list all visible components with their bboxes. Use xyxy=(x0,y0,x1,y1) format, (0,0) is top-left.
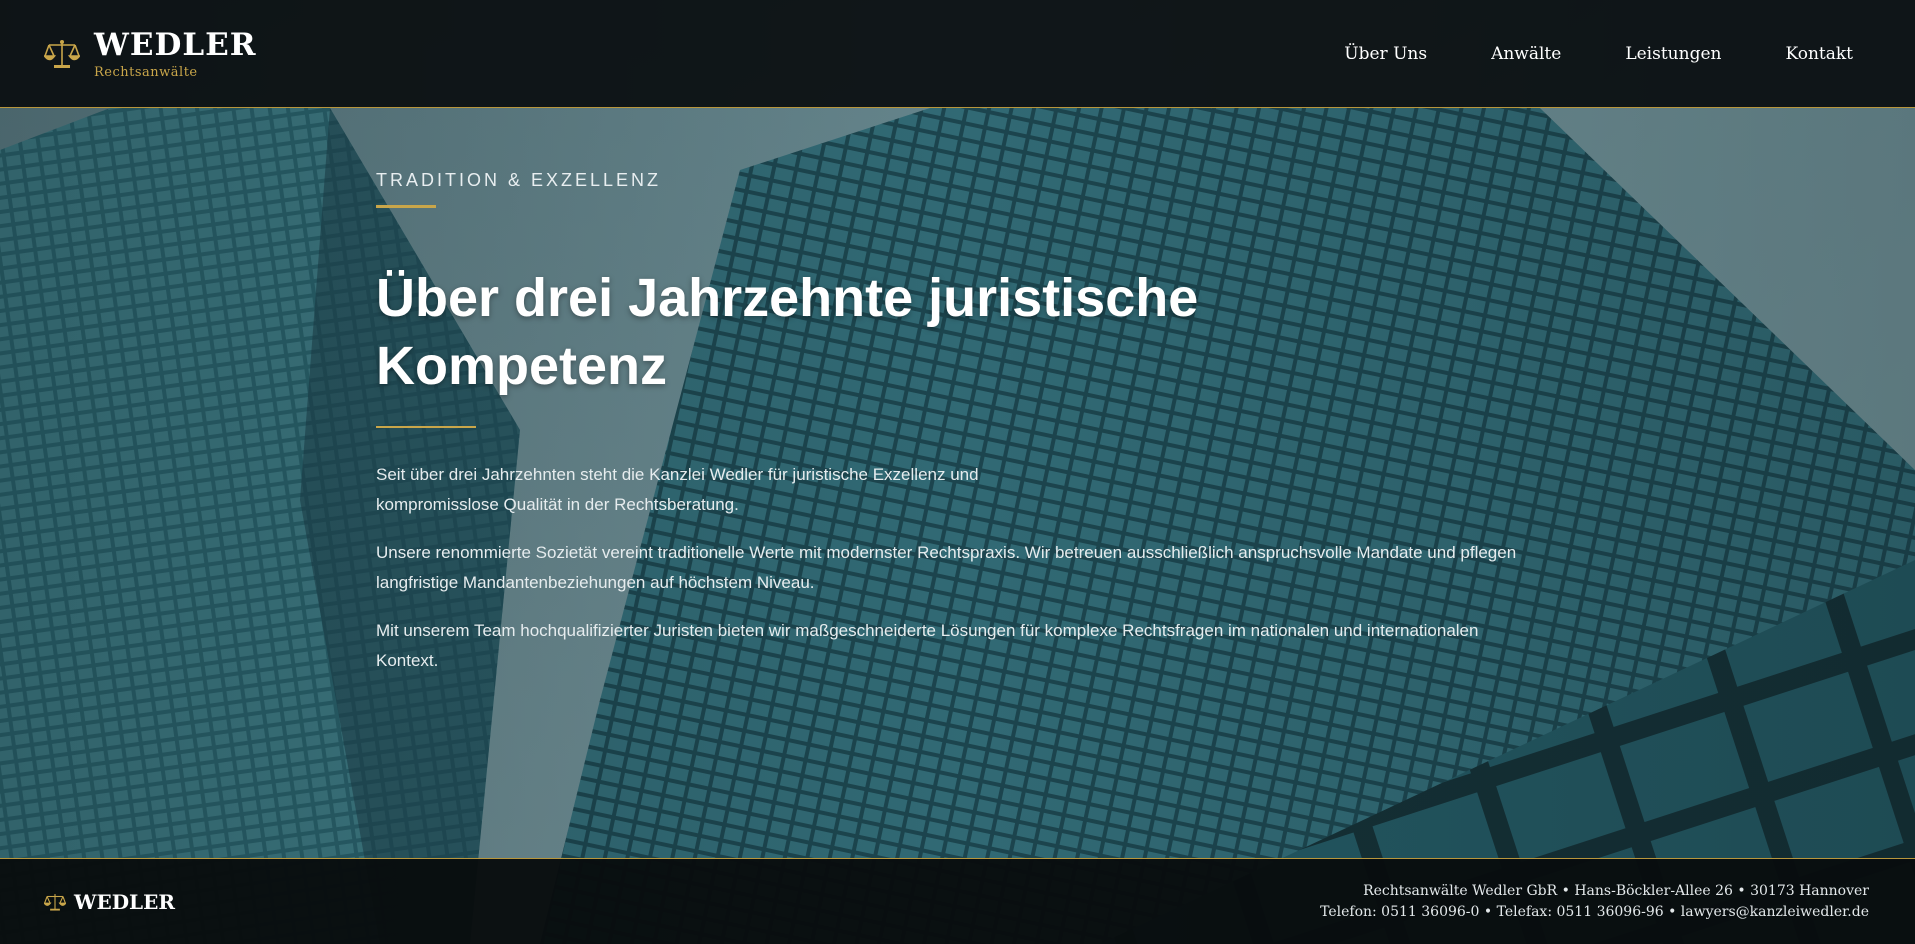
nav-kontakt[interactable]: Kontakt xyxy=(1785,44,1853,64)
brand-logo[interactable]: WEDLER Rechtsanwälte xyxy=(44,27,257,80)
footer-contact: Telefon: 0511 36096-0 • Telefax: 0511 36… xyxy=(1320,903,1869,920)
nav-anwaelte[interactable]: Anwälte xyxy=(1491,44,1561,64)
intro-paragraph: Seit über drei Jahrzehnten steht die Kan… xyxy=(376,465,979,514)
nav-ueber-uns[interactable]: Über Uns xyxy=(1344,44,1427,64)
footer-address: Rechtsanwälte Wedler GbR • Hans-Böckler-… xyxy=(1363,882,1869,899)
site-header: WEDLER Rechtsanwälte Über Uns Anwälte Le… xyxy=(0,0,1915,108)
footer-contact-info: Rechtsanwälte Wedler GbR • Hans-Böckler-… xyxy=(1320,881,1869,923)
hero-section: TRADITION & EXZELLENZ Über drei Jahrzehn… xyxy=(376,170,1536,676)
headline-line-1: Über drei Jahrzehnte juristische xyxy=(376,268,1199,328)
scales-icon xyxy=(44,39,80,68)
site-footer: WEDLER Rechtsanwälte Wedler GbR • Hans-B… xyxy=(0,858,1915,944)
kicker-divider xyxy=(376,205,436,208)
headline-divider xyxy=(376,426,476,428)
hero-kicker: TRADITION & EXZELLENZ xyxy=(376,170,662,190)
headline-line-2: Kompetenz xyxy=(376,336,668,396)
main-nav: Über Uns Anwälte Leistungen Kontakt xyxy=(1344,44,1853,64)
values-paragraph: Unsere renommierte Sozietät vereint trad… xyxy=(376,543,1517,592)
brand-subtitle: Rechtsanwälte xyxy=(94,65,198,80)
footer-brand-name: WEDLER xyxy=(74,889,175,914)
footer-brand[interactable]: WEDLER xyxy=(44,890,175,914)
brand-name: WEDLER xyxy=(94,27,257,63)
scales-icon xyxy=(44,893,66,911)
team-paragraph: Mit unserem Team hochqualifizierter Juri… xyxy=(376,621,1479,670)
nav-leistungen[interactable]: Leistungen xyxy=(1625,44,1721,64)
hero-headline: Über drei Jahrzehnte juristische Kompete… xyxy=(376,264,1336,400)
